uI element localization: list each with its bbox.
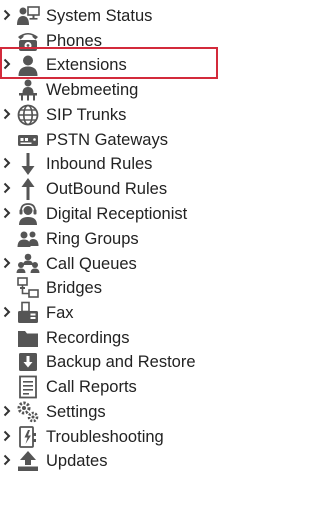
nav-item-label: Extensions — [46, 56, 127, 74]
nav-item-call-reports[interactable]: Call Reports — [0, 375, 320, 399]
nav-item-call-queues[interactable]: Call Queues — [0, 252, 320, 276]
nav-item-label: System Status — [46, 7, 153, 25]
nav-item-label: Fax — [46, 304, 74, 322]
nav-item-label: Call Queues — [46, 255, 137, 273]
nav-item-label: Webmeeting — [46, 81, 139, 99]
fax-icon — [16, 301, 40, 325]
nav-item-bridges[interactable]: Bridges — [0, 276, 320, 300]
nav-item-troubleshooting[interactable]: Troubleshooting — [0, 425, 320, 449]
receptionist-icon — [16, 202, 40, 226]
chevron-right-icon[interactable] — [2, 428, 12, 444]
nav-item-label: Settings — [46, 403, 106, 421]
nav-item-label: Bridges — [46, 279, 102, 297]
nav-item-pstn-gateways[interactable]: PSTN Gateways — [0, 128, 320, 152]
gears-icon — [16, 400, 40, 424]
sidebar-nav: System Status Phones Extensions Webmeeti… — [0, 0, 320, 516]
nav-item-label: Ring Groups — [46, 230, 139, 248]
nav-item-inbound-rules[interactable]: Inbound Rules — [0, 152, 320, 176]
nav-item-sip-trunks[interactable]: SIP Trunks — [0, 103, 320, 127]
nav-item-label: Troubleshooting — [46, 428, 164, 446]
ring-group-icon — [16, 227, 40, 251]
nav-item-digital-receptionist[interactable]: Digital Receptionist — [0, 202, 320, 226]
nav-item-label: Recordings — [46, 329, 130, 347]
nav-item-outbound-rules[interactable]: OutBound Rules — [0, 177, 320, 201]
nav-item-label: Phones — [46, 32, 102, 50]
phone-icon — [16, 29, 40, 53]
nav-item-phones[interactable]: Phones — [0, 29, 320, 53]
nav-item-label: Digital Receptionist — [46, 205, 188, 223]
chevron-right-icon[interactable] — [2, 304, 12, 320]
chevron-right-icon[interactable] — [2, 56, 12, 72]
report-icon — [16, 375, 40, 399]
folder-icon — [16, 326, 40, 350]
chevron-right-icon[interactable] — [2, 403, 12, 419]
chevron-right-icon[interactable] — [2, 7, 12, 23]
bridge-icon — [16, 276, 40, 300]
troubleshooting-icon — [16, 425, 40, 449]
extension-user-icon — [16, 53, 40, 77]
globe-icon — [16, 103, 40, 127]
arrow-up-icon — [16, 177, 40, 201]
nav-item-label: OutBound Rules — [46, 180, 168, 198]
chevron-right-icon[interactable] — [2, 255, 12, 271]
chevron-right-icon[interactable] — [2, 180, 12, 196]
nav-item-settings[interactable]: Settings — [0, 400, 320, 424]
nav-item-system-status[interactable]: System Status — [0, 4, 320, 28]
nav-item-updates[interactable]: Updates — [0, 449, 320, 473]
call-queue-icon — [16, 252, 40, 276]
nav-item-fax[interactable]: Fax — [0, 301, 320, 325]
nav-item-backup-and-restore[interactable]: Backup and Restore — [0, 350, 320, 374]
nav-item-ring-groups[interactable]: Ring Groups — [0, 227, 320, 251]
chevron-right-icon[interactable] — [2, 205, 12, 221]
nav-item-label: Inbound Rules — [46, 155, 153, 173]
nav-item-recordings[interactable]: Recordings — [0, 326, 320, 350]
nav-item-label: Backup and Restore — [46, 353, 196, 371]
chevron-right-icon[interactable] — [2, 106, 12, 122]
chevron-right-icon[interactable] — [2, 452, 12, 468]
webmeeting-icon — [16, 78, 40, 102]
gateway-icon — [16, 128, 40, 152]
nav-item-label: PSTN Gateways — [46, 131, 168, 149]
nav-item-extensions[interactable]: Extensions — [0, 53, 320, 77]
nav-item-webmeeting[interactable]: Webmeeting — [0, 78, 320, 102]
nav-item-label: Call Reports — [46, 378, 137, 396]
system-status-icon — [16, 4, 40, 28]
chevron-right-icon[interactable] — [2, 155, 12, 171]
upload-icon — [16, 449, 40, 473]
nav-item-label: Updates — [46, 452, 108, 470]
nav-item-label: SIP Trunks — [46, 106, 127, 124]
arrow-down-icon — [16, 152, 40, 176]
backup-icon — [16, 350, 40, 374]
